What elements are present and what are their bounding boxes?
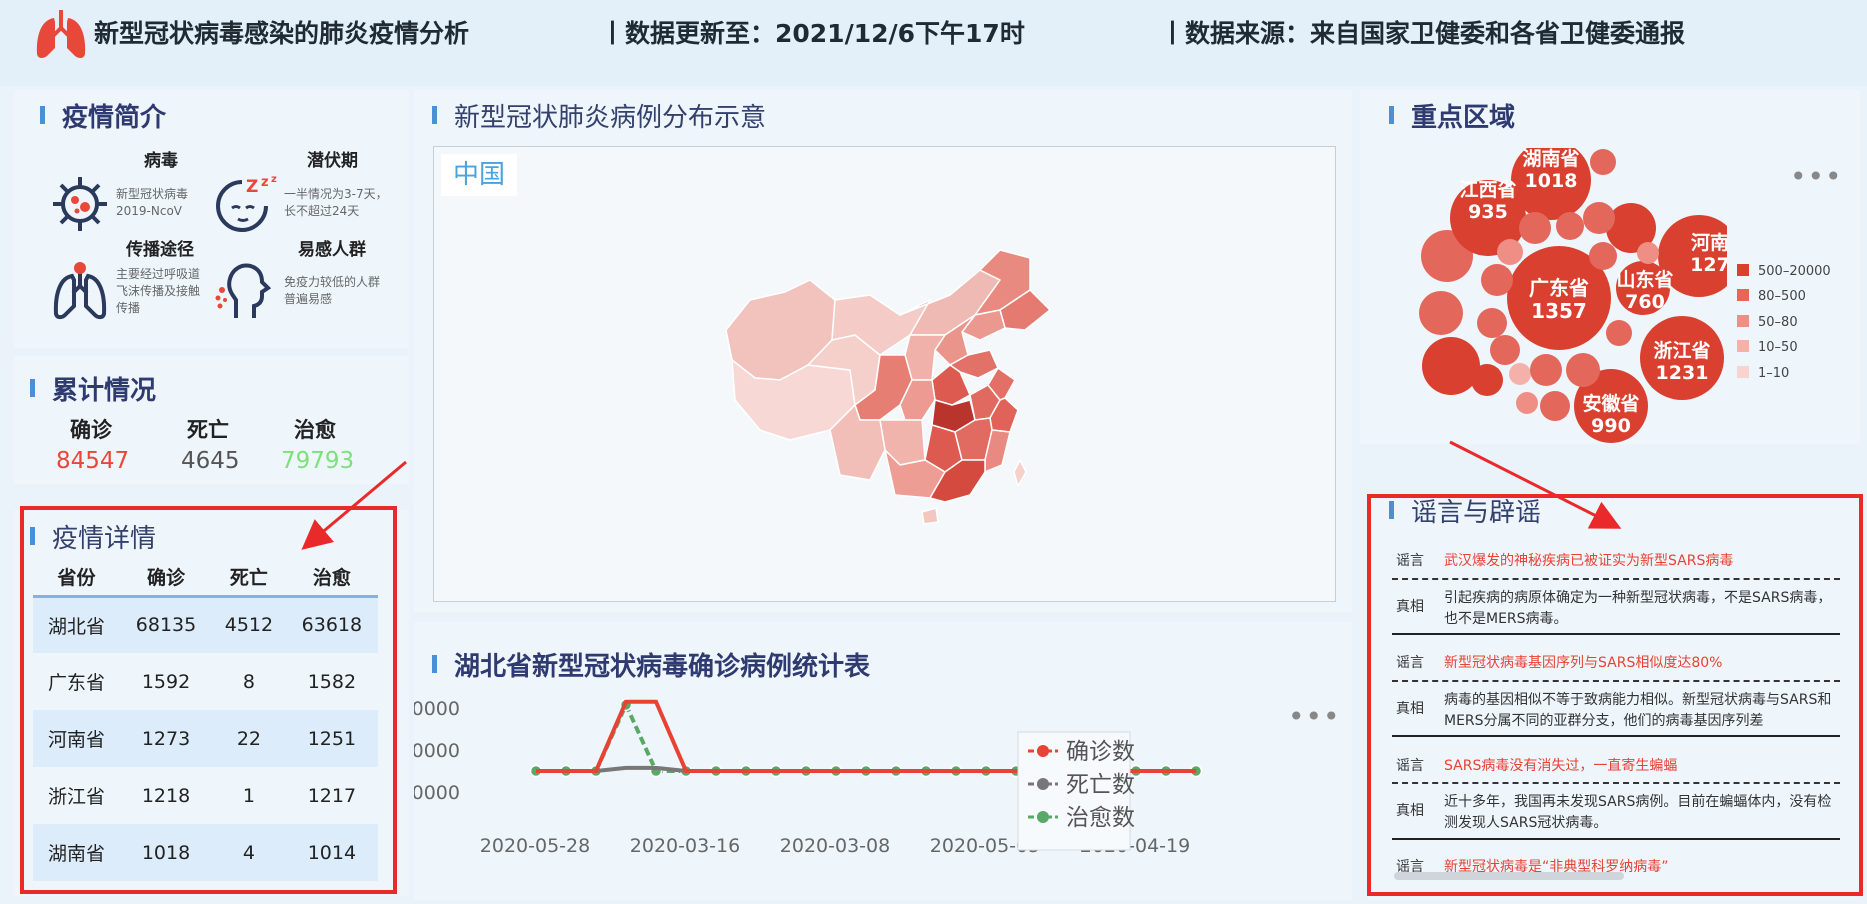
arrow-to-rumors — [1449, 440, 1622, 529]
arrow-to-detail-table — [301, 460, 407, 550]
annotation-arrows — [301, 440, 1622, 550]
